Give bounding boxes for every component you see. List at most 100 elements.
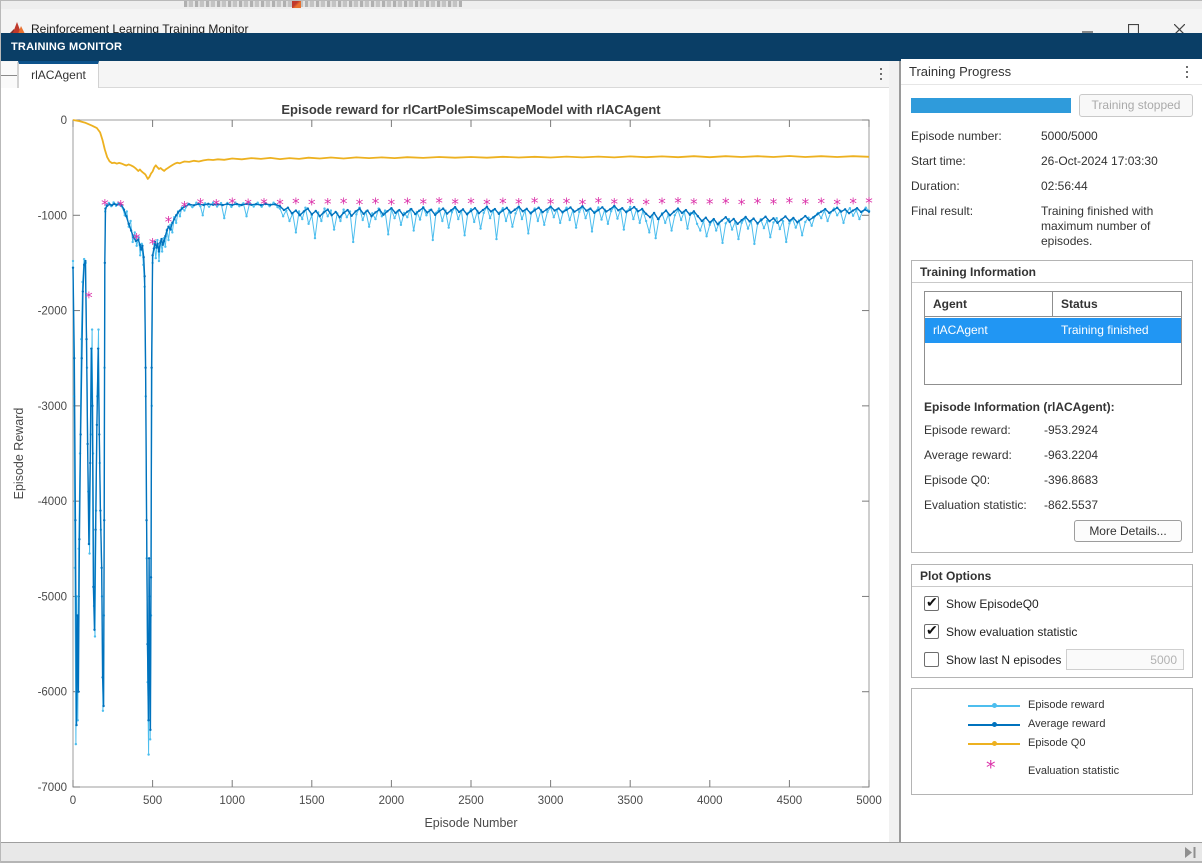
episode-information-title: Episode Information (rlACAgent):: [924, 400, 1115, 414]
checkmark-icon: ✔: [926, 594, 938, 611]
reward-chart[interactable]: 0500100015002000250030003500400045005000…: [1, 88, 899, 842]
svg-text:*: *: [738, 195, 746, 213]
svg-text:0: 0: [61, 115, 67, 127]
svg-text:-6000: -6000: [38, 687, 67, 699]
training-stopped-button[interactable]: Training stopped: [1079, 94, 1193, 117]
svg-text:*: *: [165, 213, 173, 231]
show-evaluation-statistic-checkbox[interactable]: ✔: [924, 624, 939, 639]
svg-text:*: *: [260, 195, 268, 213]
episode-number-value: 5000/5000: [1041, 129, 1196, 144]
training-progress-bar: [911, 98, 1071, 113]
svg-text:Episode Reward: Episode Reward: [12, 408, 26, 500]
episode-reward-label: Episode reward:: [924, 423, 1011, 437]
svg-text:*: *: [372, 195, 380, 213]
more-details-button[interactable]: More Details...: [1074, 520, 1182, 542]
svg-text:*: *: [483, 195, 491, 213]
background-window-fragment: [1, 1, 1202, 9]
agent-table-selected-row[interactable]: rlACAgent Training finished: [925, 318, 1181, 343]
tab-options-ellipsis-icon[interactable]: [873, 63, 889, 85]
skip-to-end-icon[interactable]: [1185, 847, 1197, 858]
divider: [912, 586, 1192, 587]
chart-legend: Episode reward Average reward Episode Q0…: [911, 688, 1193, 795]
duration-label: Duration:: [911, 179, 960, 193]
svg-text:*: *: [356, 195, 364, 213]
svg-text:*: *: [244, 196, 252, 214]
evaluation-statistic-row: Evaluation statistic: -862.5537: [924, 498, 1184, 512]
svg-text:1500: 1500: [299, 795, 325, 807]
svg-text:*: *: [340, 194, 348, 212]
training-progress-bar-fill: [911, 98, 1071, 113]
svg-text:2000: 2000: [379, 795, 405, 807]
svg-text:*: *: [276, 195, 284, 213]
svg-text:1000: 1000: [219, 795, 245, 807]
episode-reward-value: -953.2924: [1044, 423, 1098, 437]
final-result-label: Final result:: [911, 204, 973, 218]
svg-text:*: *: [117, 197, 125, 215]
duration-value: 02:56:44: [1041, 179, 1196, 194]
panel-options-ellipsis-icon[interactable]: [1179, 61, 1195, 83]
svg-text:*: *: [404, 195, 412, 213]
panel-title: Training Progress: [909, 59, 1011, 85]
checkmark-icon: ✔: [926, 622, 938, 639]
svg-text:*: *: [451, 195, 459, 213]
svg-text:*: *: [642, 195, 650, 213]
svg-text:500: 500: [143, 795, 162, 807]
divider: [912, 282, 1192, 283]
svg-text:*: *: [658, 195, 666, 213]
show-last-n-episodes-checkbox[interactable]: ✔: [924, 652, 939, 667]
svg-text:*: *: [674, 194, 682, 212]
svg-text:*: *: [419, 195, 427, 213]
svg-text:*: *: [388, 195, 396, 213]
episode-reward-row: Episode reward: -953.2924: [924, 423, 1184, 437]
status-column-header: Status: [1053, 292, 1181, 316]
training-information-title: Training Information: [920, 265, 1036, 279]
svg-text:*: *: [722, 194, 730, 212]
svg-text:-3000: -3000: [38, 401, 67, 413]
evaluation-statistic-label: Evaluation statistic:: [924, 498, 1027, 512]
tab-rlacagent[interactable]: rlACAgent: [18, 61, 99, 88]
show-episodeq0-checkbox[interactable]: ✔: [924, 596, 939, 611]
agent-column-header: Agent: [925, 292, 1053, 316]
svg-text:*: *: [228, 195, 236, 213]
svg-text:*: *: [770, 195, 778, 213]
svg-text:*: *: [213, 196, 221, 214]
bottom-scrollbar[interactable]: [1, 842, 1202, 861]
ribbon-tab-training-monitor[interactable]: TRAINING MONITOR: [11, 33, 122, 61]
legend-item-average-reward: Average reward: [912, 716, 1192, 734]
svg-text:*: *: [817, 195, 825, 213]
training-information-card: Training Information Agent Status rlACAg…: [911, 260, 1193, 553]
svg-text:-7000: -7000: [38, 782, 67, 794]
svg-text:*: *: [324, 195, 332, 213]
legend-label: Average reward: [1028, 718, 1105, 730]
episode-q0-row: Episode Q0: -396.8683: [924, 473, 1184, 487]
legend-label: Episode reward: [1028, 699, 1104, 711]
plot-options-title: Plot Options: [920, 569, 991, 583]
legend-item-episode-q0: Episode Q0: [912, 735, 1192, 753]
final-result-value: Training finished with maximum number of…: [1041, 204, 1196, 249]
svg-text:-1000: -1000: [38, 210, 67, 222]
svg-text:*: *: [786, 194, 794, 212]
status-cell: Training finished: [1053, 318, 1181, 343]
svg-text:*: *: [101, 196, 109, 214]
average-reward-marker: [992, 722, 997, 727]
svg-text:*: *: [133, 230, 141, 248]
training-progress-panel: Training Progress Training stopped Episo…: [901, 59, 1202, 842]
svg-text:*: *: [611, 195, 619, 213]
svg-text:*: *: [690, 195, 698, 213]
titlebar: Reinforcement Learning Training Monitor: [1, 9, 1202, 33]
episode-q0-label: Episode Q0:: [924, 473, 990, 487]
start-time-value: 26-Oct-2024 17:03:30: [1041, 154, 1196, 169]
last-n-episodes-input[interactable]: [1066, 649, 1184, 670]
legend-item-episode-reward: Episode reward: [912, 697, 1192, 715]
svg-text:4000: 4000: [697, 795, 723, 807]
svg-text:*: *: [515, 195, 523, 213]
svg-text:*: *: [531, 194, 539, 212]
svg-text:*: *: [849, 195, 857, 213]
svg-text:*: *: [833, 195, 841, 213]
svg-text:4500: 4500: [777, 795, 803, 807]
svg-text:3500: 3500: [617, 795, 643, 807]
evaluation-statistic-value: -862.5537: [1044, 498, 1098, 512]
svg-text:-5000: -5000: [38, 591, 67, 603]
show-last-n-episodes-label: Show last N episodes: [946, 653, 1061, 667]
tab-list-icon[interactable]: [1, 62, 18, 88]
